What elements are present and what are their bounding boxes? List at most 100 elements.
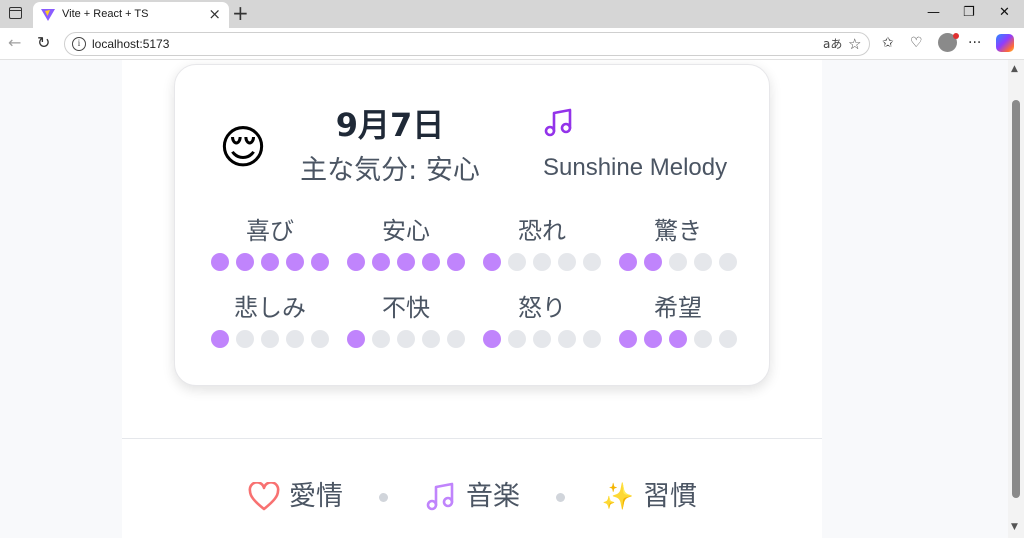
level-dot <box>583 330 601 348</box>
new-tab-button[interactable]: + <box>232 1 249 25</box>
back-arrow-icon[interactable]: ← <box>8 33 21 53</box>
refresh-icon[interactable]: ↻ <box>37 33 50 53</box>
footer-item-music[interactable]: 音楽 <box>424 479 520 515</box>
emotion-label: 希望 <box>654 294 702 322</box>
level-dot <box>261 253 279 271</box>
heart-icon <box>247 480 281 514</box>
level-dot <box>694 330 712 348</box>
level-dot <box>372 330 390 348</box>
level-dot <box>644 253 662 271</box>
address-bar[interactable]: i localhost:5173 aあ ☆ <box>64 32 870 56</box>
separator-dot <box>556 492 565 502</box>
app-container: 😌 9月7日 主な気分: 安心 Sunshine Melody 喜び 安心 恐れ 驚き… <box>122 60 822 538</box>
restore-icon[interactable]: ❐ <box>963 4 975 22</box>
page-scrollbar[interactable]: ▲ ▼ <box>1008 60 1024 538</box>
emotion-level-dots <box>341 330 471 348</box>
emotion-label: 安心 <box>382 217 430 245</box>
level-dot <box>211 253 229 271</box>
scroll-up-arrow-icon[interactable]: ▲ <box>1011 64 1018 74</box>
emotion-item: 不快 <box>341 292 471 348</box>
divider <box>122 438 822 439</box>
level-dot <box>447 253 465 271</box>
emotion-label: 恐れ <box>518 217 566 245</box>
level-dot <box>533 253 551 271</box>
close-window-icon[interactable]: ✕ <box>999 4 1010 22</box>
emotion-level-dots <box>477 330 607 348</box>
browser-essentials-icon[interactable]: ♡ <box>910 34 923 52</box>
music-note-icon <box>544 108 572 137</box>
notification-dot <box>953 33 959 39</box>
emotion-label: 怒り <box>518 294 566 322</box>
emotion-level-dots <box>341 253 471 271</box>
music-note-icon <box>424 480 458 514</box>
favorite-star-icon[interactable]: ☆ <box>848 36 861 52</box>
emotion-level-dots <box>477 253 607 271</box>
tab-title: Vite + React + TS <box>62 8 149 20</box>
level-dot <box>508 330 526 348</box>
level-dot <box>397 330 415 348</box>
emotion-item: 悲しみ <box>205 292 335 348</box>
page-viewport: 😌 9月7日 主な気分: 安心 Sunshine Melody 喜び 安心 恐れ 驚き… <box>0 60 1008 538</box>
level-dot <box>286 253 304 271</box>
level-dot <box>619 330 637 348</box>
level-dot <box>669 330 687 348</box>
emotion-item: 怒り <box>477 292 607 348</box>
level-dot <box>311 253 329 271</box>
level-dot <box>483 330 501 348</box>
level-dot <box>719 330 737 348</box>
emotion-label: 悲しみ <box>234 294 306 322</box>
emotion-label: 不快 <box>382 294 430 322</box>
level-dot <box>347 253 365 271</box>
title-bar: Vite + React + TS × + — ❐ ✕ <box>0 0 1024 28</box>
footer-label-music: 音楽 <box>466 481 520 512</box>
emotion-item: 驚き <box>613 215 743 271</box>
scrollbar-thumb[interactable] <box>1012 100 1020 498</box>
level-dot <box>347 330 365 348</box>
entry-date: 9月7日 <box>335 106 445 144</box>
emotion-item: 安心 <box>341 215 471 271</box>
main-mood: 主な気分: 安心 <box>300 155 480 186</box>
scroll-down-arrow-icon[interactable]: ▼ <box>1011 522 1018 532</box>
song-title: Sunshine Melody <box>543 154 728 181</box>
read-aloud-icon[interactable]: aあ <box>823 36 842 52</box>
more-menu-icon[interactable]: ··· <box>968 34 981 52</box>
minimize-icon[interactable]: — <box>927 4 940 22</box>
level-dot <box>719 253 737 271</box>
footer-item-habit[interactable]: ✨ 習慣 <box>601 479 697 515</box>
level-dot <box>508 253 526 271</box>
level-dot <box>694 253 712 271</box>
emotion-item: 希望 <box>613 292 743 348</box>
tab-actions-icon[interactable] <box>9 7 22 19</box>
favorites-icon[interactable]: ✩ <box>882 34 894 52</box>
emotion-item: 喜び <box>205 215 335 271</box>
url-text[interactable]: localhost:5173 <box>92 37 169 51</box>
level-dot <box>236 330 254 348</box>
separator-dot <box>379 492 388 502</box>
copilot-icon[interactable] <box>996 34 1014 52</box>
level-dot <box>397 253 415 271</box>
level-dot <box>669 253 687 271</box>
footer-label-love: 愛情 <box>289 481 343 512</box>
footer-label-habit: 習慣 <box>643 481 697 512</box>
level-dot <box>483 253 501 271</box>
level-dot <box>236 253 254 271</box>
level-dot <box>211 330 229 348</box>
level-dot <box>261 330 279 348</box>
browser-toolbar: ← ↻ i localhost:5173 aあ ☆ ✩ ♡ ··· <box>0 28 1024 60</box>
emotion-level-dots <box>205 330 335 348</box>
level-dot <box>422 253 440 271</box>
emotion-level-dots <box>613 253 743 271</box>
mood-emoji: 😌 <box>219 120 267 174</box>
site-info-icon[interactable]: i <box>72 37 86 51</box>
footer-item-love[interactable]: 愛情 <box>247 479 343 515</box>
browser-tab[interactable]: Vite + React + TS × <box>33 2 229 28</box>
level-dot <box>447 330 465 348</box>
emotion-item: 恐れ <box>477 215 607 271</box>
sparkles-icon: ✨ <box>601 482 635 512</box>
level-dot <box>422 330 440 348</box>
level-dot <box>644 330 662 348</box>
emotion-label: 喜び <box>246 217 294 245</box>
level-dot <box>286 330 304 348</box>
close-tab-icon[interactable]: × <box>208 5 221 23</box>
vite-logo-icon <box>41 9 55 21</box>
